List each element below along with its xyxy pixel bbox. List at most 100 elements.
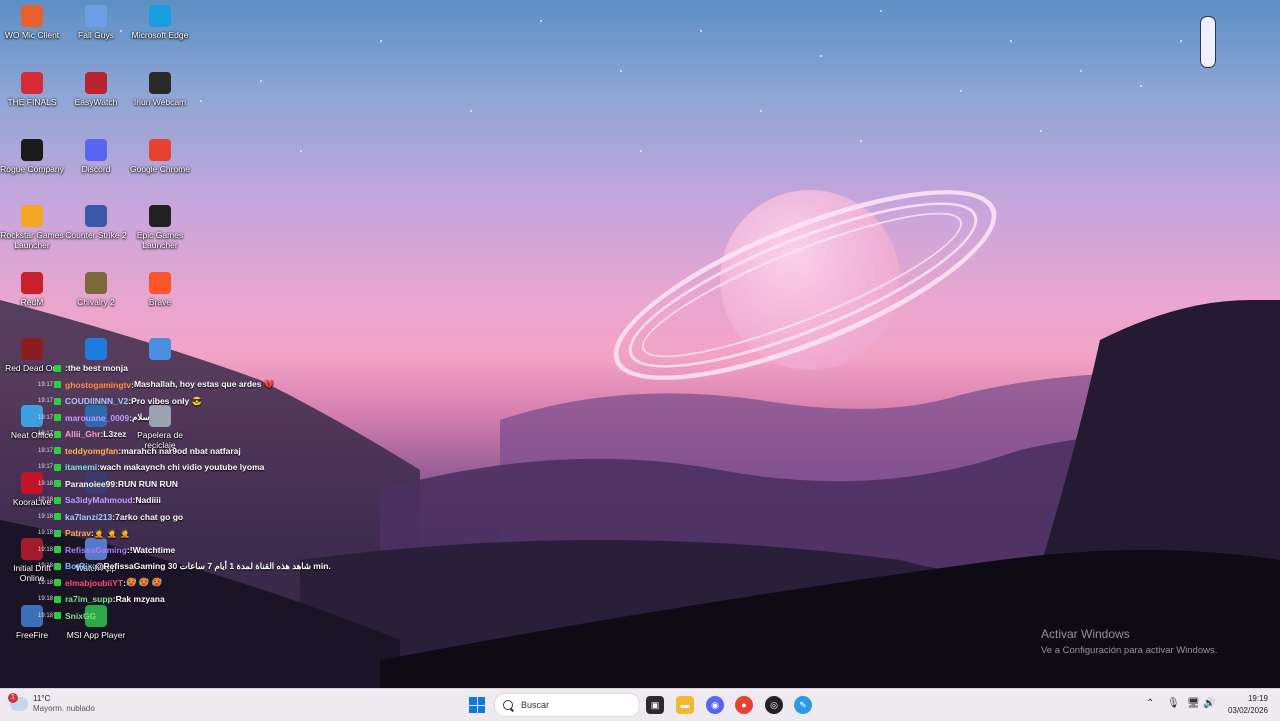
desktop-icon[interactable]: Epic Games Launcher bbox=[128, 205, 192, 250]
chat-timestamp: 19:17 bbox=[38, 381, 54, 388]
folder-icon: ▬ bbox=[680, 700, 690, 710]
desktop-icon[interactable]: Iriun Webcam bbox=[128, 72, 192, 107]
chat-text: 🤦 🤦 🤦 bbox=[93, 527, 131, 538]
chat-message: 19:17 marouane_0009 : سلام bbox=[38, 410, 358, 427]
desktop-icon[interactable]: Rockstar Games Launcher bbox=[0, 205, 64, 250]
chat-timestamp: 19:18 bbox=[38, 513, 54, 520]
chat-username: itamemi bbox=[65, 462, 98, 473]
chat-badge-icon bbox=[54, 430, 61, 438]
file-explorer-button[interactable]: ▬ bbox=[676, 696, 694, 714]
chat-username: ghostogamingtv bbox=[65, 379, 132, 390]
desktop-icon[interactable]: Brave bbox=[128, 272, 192, 307]
desktop-icon-label: Brave bbox=[148, 297, 172, 307]
task-view-button[interactable]: ▣ bbox=[646, 696, 664, 714]
search-icon bbox=[503, 700, 513, 710]
desktop-icon[interactable]: Microsoft Edge bbox=[128, 5, 192, 40]
chat-timestamp: 19:18 bbox=[38, 563, 54, 570]
chat-badge-icon bbox=[54, 496, 61, 504]
desktop-icon[interactable]: Google Chrome bbox=[128, 139, 192, 174]
show-hidden-icons-chevron-up-icon[interactable]: ⌃ bbox=[1146, 698, 1154, 709]
desktop-icon[interactable]: RedM bbox=[0, 272, 64, 307]
search-box[interactable]: Buscar bbox=[494, 693, 640, 717]
desktop-icon-label: Google Chrome bbox=[129, 164, 190, 174]
desktop-icon[interactable]: Rogue Company bbox=[0, 139, 64, 174]
chat-badge-icon bbox=[54, 579, 61, 587]
desktop-icon[interactable]: Fall Guys bbox=[64, 5, 128, 40]
chat-username: teddyomgfan bbox=[65, 445, 119, 456]
chat-message: : the best monja bbox=[38, 360, 358, 377]
desktop-icon[interactable]: WO Mic Client bbox=[0, 5, 64, 40]
chat-timestamp: 19:17 bbox=[38, 431, 54, 438]
chat-text: @RefissaGaming شاهد هذه القناة لمدة 1 أي… bbox=[95, 560, 331, 571]
webcam-icon bbox=[149, 72, 171, 94]
brave-icon bbox=[149, 272, 171, 294]
chat-username: ra7im_supp bbox=[65, 594, 113, 605]
desktop-icon-label: Iriun Webcam bbox=[133, 97, 187, 107]
chat-text: !Watchtime bbox=[129, 544, 176, 555]
redm-icon bbox=[21, 272, 43, 294]
rogue-company-icon bbox=[21, 139, 43, 161]
chat-message: 19:18 Sa3idyMahmoud : Nadiiii bbox=[38, 492, 358, 509]
chat-badge-icon bbox=[54, 414, 61, 422]
chat-timestamp: 19:18 bbox=[38, 546, 54, 553]
chat-message: 19:17 ghostogamingtv : Mashallah, hoy est… bbox=[38, 377, 358, 394]
chat-timestamp: 19:17 bbox=[38, 464, 54, 471]
desktop-icon[interactable]: Discord bbox=[64, 139, 128, 174]
the-finals-icon bbox=[21, 72, 43, 94]
chat-text: the best monja bbox=[67, 363, 128, 374]
chat-text: Pro vibes only 😎 bbox=[131, 395, 203, 406]
weather-widget[interactable]: 1 11°C Mayorm. nublado bbox=[8, 693, 95, 714]
weather-temperature: 11°C bbox=[33, 694, 51, 703]
activation-watermark: Activar Windows Ve a Configuración para … bbox=[1041, 627, 1217, 656]
chat-timestamp: 19:18 bbox=[38, 612, 54, 619]
chat-timestamp: 19:17 bbox=[38, 414, 54, 421]
desktop-icon-label: Chivalry 2 bbox=[77, 297, 115, 307]
desktop-icon[interactable]: EasyWatch bbox=[64, 72, 128, 107]
chat-message: 19:17 COUDIINNN_V2 : Pro vibes only 😎 bbox=[38, 393, 358, 410]
chat-badge-icon bbox=[54, 546, 61, 554]
desktop-icon-label: FreeFire bbox=[15, 630, 49, 640]
obs-taskbar-button[interactable]: ◎ bbox=[765, 696, 783, 714]
chat-overlay: : the best monja 19:17 ghostogamingtv : Ma… bbox=[38, 360, 358, 624]
chat-username: SnixGG bbox=[65, 610, 97, 621]
desktop-icon-label: THE FINALS bbox=[7, 97, 57, 107]
discord-icon bbox=[85, 139, 107, 161]
chat-text: RUN RUN RUN bbox=[117, 478, 178, 489]
red-dead-icon bbox=[21, 338, 43, 360]
chat-text: marahch nar9od nbat natfaraj bbox=[121, 445, 241, 456]
chrome-taskbar-button[interactable]: ● bbox=[735, 696, 753, 714]
chat-badge-icon bbox=[54, 595, 61, 603]
easywatch-icon bbox=[85, 72, 107, 94]
chat-text: سلام bbox=[132, 412, 150, 423]
chat-badge-icon bbox=[54, 480, 61, 488]
chat-message: 19:18 RefissaGaming : !Watchtime bbox=[38, 542, 358, 559]
chat-text: 🥵 🥵 🥵 bbox=[125, 577, 163, 588]
desktop-icon-label: Discord bbox=[81, 164, 111, 174]
desktop-icon-label: Rockstar Games Launcher bbox=[0, 230, 64, 250]
network-icon[interactable]: 🖥 bbox=[1187, 698, 1200, 709]
chat-message: 19:17 teddyomgfan : marahch nar9od nbat n… bbox=[38, 443, 358, 460]
desktop: WO Mic Client Fall Guys Microsoft Edge THE … bbox=[0, 0, 1280, 688]
desktop-gadget[interactable] bbox=[1200, 16, 1216, 68]
start-button[interactable] bbox=[469, 697, 485, 713]
desktop-icon[interactable]: THE FINALS bbox=[0, 72, 64, 107]
chivalry-icon bbox=[85, 272, 107, 294]
desktop-icon[interactable]: Counter Strike 2 bbox=[64, 205, 128, 240]
chat-timestamp: 19:17 bbox=[38, 447, 54, 454]
microphone-icon[interactable]: 🎙 bbox=[1167, 698, 1180, 709]
windows-logo-icon bbox=[469, 697, 477, 705]
desktop-icon[interactable]: Chivalry 2 bbox=[64, 272, 128, 307]
chat-username: COUDIINNN_V2 bbox=[65, 396, 129, 407]
chat-badge-icon bbox=[54, 364, 61, 372]
desktop-icon-label: Microsoft Edge bbox=[131, 30, 189, 40]
chat-message: 19:18 Paranoiee99 : RUN RUN RUN bbox=[38, 476, 358, 493]
system-clock[interactable]: 19:19 03/02/2026 bbox=[1220, 693, 1268, 717]
volume-icon[interactable]: 🔊 bbox=[1203, 698, 1215, 709]
app-taskbar-button[interactable]: ✎ bbox=[794, 696, 812, 714]
discord-taskbar-button[interactable]: ◉ bbox=[706, 696, 724, 714]
taskbar: 1 11°C Mayorm. nublado Buscar ▣ ▬ ◉ ● ◎ … bbox=[0, 688, 1280, 721]
chat-timestamp: 19:18 bbox=[38, 480, 54, 487]
chat-text: Nadiiii bbox=[135, 495, 161, 506]
chat-timestamp: 19:18 bbox=[38, 530, 54, 537]
chrome-icon: ● bbox=[741, 700, 747, 710]
